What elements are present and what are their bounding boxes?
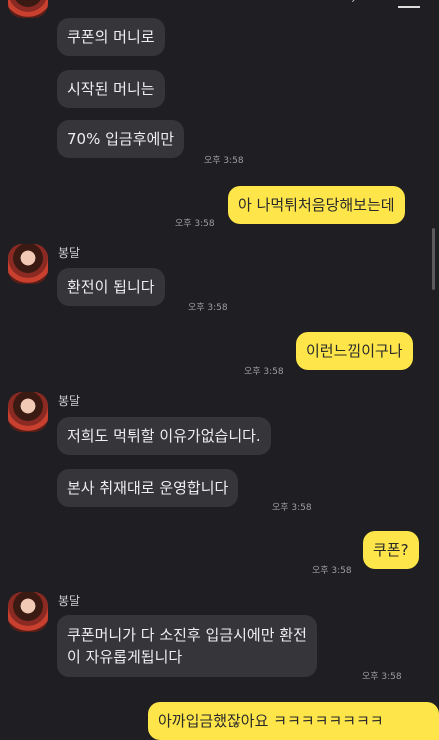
message-time: 오후 3:58 [362, 672, 402, 682]
message-line: 이 자유롭게됩니다 [67, 648, 183, 666]
avatar[interactable] [8, 592, 48, 632]
menu-icon[interactable] [398, 0, 420, 8]
avatar[interactable] [8, 392, 48, 432]
message-bubble-sent: 쿠폰? [363, 531, 419, 569]
message-time: 오후 3:58 [175, 219, 215, 229]
message-line: 쿠폰머니가 다 소진후 입금시에만 환전 [67, 626, 307, 644]
sender-name: 봉달 [58, 594, 81, 608]
avatar[interactable] [8, 0, 48, 18]
message-bubble: 쿠폰머니가 다 소진후 입금시에만 환전 이 자유롭게됩니다 [57, 615, 317, 677]
message-time: 오후 3:58 [272, 503, 312, 513]
message-bubble-sent: 이런느낌이구나 [296, 332, 413, 370]
top-nav-bar: ‹ ⌕ [0, 0, 439, 12]
search-icon[interactable]: ⌕ [352, 0, 362, 7]
message-bubble-sent: 아까입금했잖아요 ㅋㅋㅋㅋㅋㅋㅋㅋ [148, 702, 439, 740]
message-bubble: 환전이 됩니다 [57, 268, 165, 306]
message-time: 오후 3:58 [188, 303, 228, 313]
scrollbar[interactable] [432, 228, 435, 290]
message-bubble: 시작된 머니는 [57, 70, 165, 108]
sender-name: 봉달 [58, 394, 81, 408]
message-bubble: 저희도 먹튀할 이유가없습니다. [57, 417, 271, 455]
message-time: 오후 3:58 [244, 367, 284, 377]
message-bubble: 본사 취재대로 운영합니다 [57, 469, 239, 507]
avatar[interactable] [8, 244, 48, 284]
message-bubble-sent: 아 나먹튀처음당해보는데 [228, 186, 405, 224]
message-time: 오후 3:58 [204, 156, 244, 166]
message-time: 오후 3:58 [312, 566, 352, 576]
sender-name: 봉달 [58, 246, 81, 260]
message-bubble: 쿠폰의 머니로 [57, 18, 165, 56]
message-bubble: 70% 입금후에만 [57, 120, 185, 158]
